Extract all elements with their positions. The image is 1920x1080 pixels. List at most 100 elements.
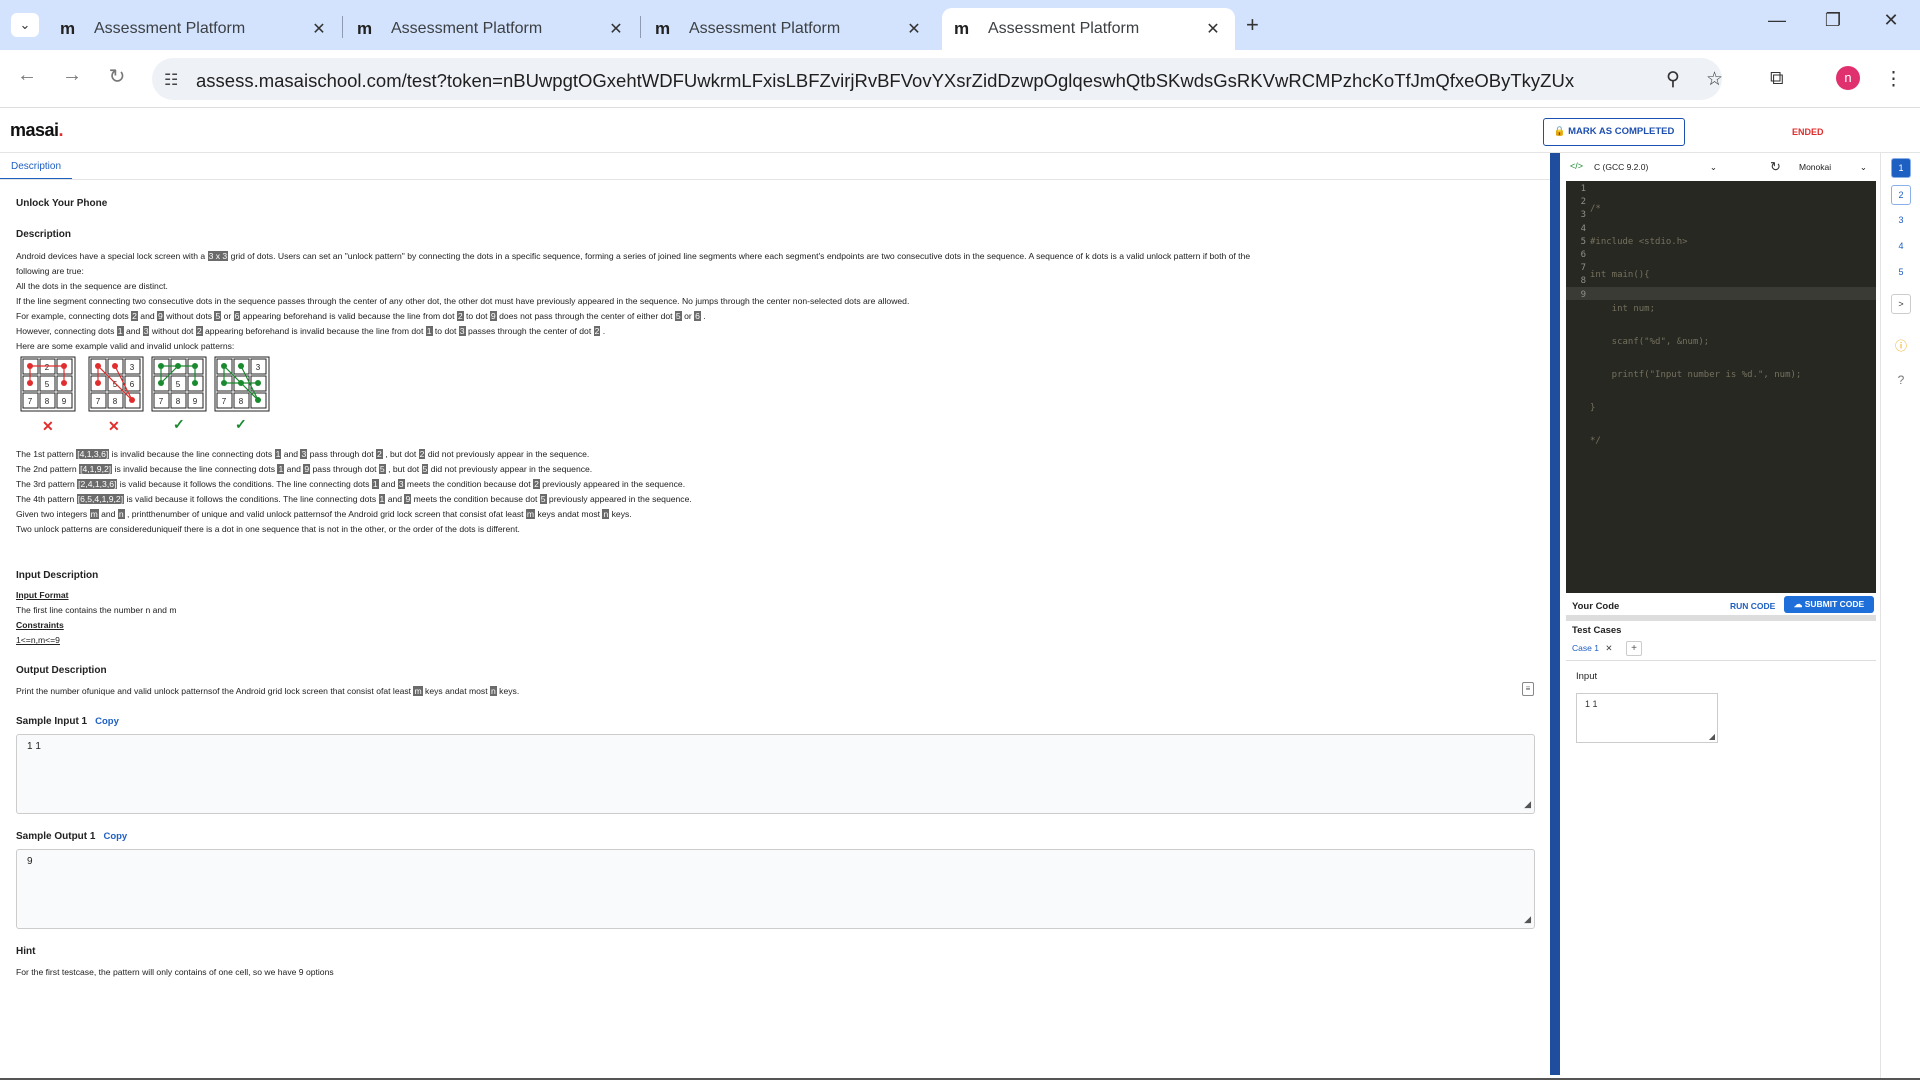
description-line-2: following are true: [16,266,84,276]
chevron-down-icon: ⌄ [1859,162,1867,172]
extensions-puzzle-icon[interactable]: ⧉ [1770,68,1784,90]
browser-menu-kebab-icon[interactable]: ⋮ [1884,68,1903,91]
mark-as-completed-button[interactable]: 🔒 MARK AS COMPLETED [1543,118,1685,146]
pattern-explanation-4: The 4th pattern [6,5,4,1,9,2] is valid b… [16,494,692,504]
description-line-5: For example, connecting dots 2 and 9 wit… [16,311,706,321]
input-format-label: Input Format [16,590,69,600]
zoom-magnifier-icon[interactable]: ⚲ [1666,68,1680,91]
close-window-icon[interactable]: ✕ [1876,10,1906,31]
svg-text:2: 2 [45,363,50,372]
question-2-button[interactable]: 2 [1891,185,1911,205]
run-code-button[interactable]: RUN CODE [1730,601,1775,611]
restore-window-icon[interactable]: ❐ [1818,10,1848,31]
browser-tab-1[interactable]: m Assessment Platform ✕ [48,8,341,50]
site-info-tune-icon[interactable]: ☷ [164,70,178,90]
question-3-button[interactable]: 3 [1891,211,1911,231]
output-text: Print the number ofunique and valid unlo… [16,686,520,696]
scroll-indicator-icon[interactable]: ≡ [1522,682,1534,696]
svg-text:8: 8 [45,397,50,406]
your-code-label: Your Code [1572,601,1620,612]
valid-check-icon: ✓ [235,416,247,432]
close-tab-icon[interactable]: ✕ [309,19,329,39]
bookmark-star-icon[interactable]: ☆ [1706,68,1723,91]
description-line-3: All the dots in the sequence are distinc… [16,281,168,291]
browser-tab-2[interactable]: m Assessment Platform ✕ [345,8,638,50]
question-4-button[interactable]: 4 [1891,237,1911,257]
resize-grip-icon: ◢ [1708,732,1715,741]
description-line-7: Here are some example valid and invalid … [16,341,235,351]
masai-logo: masai. [10,120,64,140]
next-questions-button[interactable]: > [1891,294,1911,314]
svg-text:7: 7 [28,397,33,406]
tab-title: Assessment Platform [988,20,1140,37]
resize-grip-icon[interactable]: ◢ [1524,914,1531,925]
close-tab-icon[interactable]: ✕ [1203,19,1223,39]
output-description-heading: Output Description [16,665,107,676]
panel-splitter[interactable] [1566,615,1876,621]
svg-text:6: 6 [130,380,135,389]
description-line-1: Android devices have a special lock scre… [16,251,1251,261]
favicon-icon: m [60,19,76,38]
sample-input-box[interactable]: 1 1 ◢ [16,734,1535,814]
new-tab-plus-icon[interactable]: + [1246,12,1259,38]
forward-arrow-icon[interactable]: → [57,64,87,87]
svg-text:5: 5 [176,380,181,389]
info-icon[interactable]: ⓘ [1891,337,1911,354]
minimize-icon[interactable]: — [1762,10,1792,31]
tab-description[interactable]: Description [0,153,73,180]
profile-avatar[interactable]: n [1836,66,1860,90]
unique-definition-line: Two unlock patterns are consideredunique… [16,524,520,534]
theme-select[interactable]: Monokai ⌄ [1796,159,1871,177]
description-line-4: If the line segment connecting two conse… [16,296,910,306]
help-icon[interactable]: ? [1891,373,1911,387]
description-heading: Description [16,229,72,240]
svg-text:7: 7 [222,397,227,406]
submit-code-button[interactable]: ☁ SUBMIT CODE [1784,596,1874,613]
add-case-button[interactable]: + [1626,641,1642,656]
constraints-text: 1<=n,m<=9 [16,635,60,645]
tab-search-chevron-icon[interactable]: ⌄ [11,13,39,37]
input-description-heading: Input Description [16,570,99,581]
hint-text: For the first testcase, the pattern will… [16,967,334,977]
svg-text:9: 9 [193,397,198,406]
close-case-icon[interactable]: ✕ [1605,643,1612,653]
code-content[interactable]: /* #include <stdio.h> int main(){ int nu… [1590,183,1801,502]
reload-icon[interactable]: ↻ [102,64,132,89]
constraints-label: Constraints [16,620,64,630]
line-numbers: 123456789 [1580,184,1586,300]
app-header: masai. 🔒 MARK AS COMPLETED ENDED [0,108,1920,153]
browser-tab-4-active[interactable]: m Assessment Platform ✕ [942,8,1235,50]
sample-output-heading: Sample Output 1 Copy [16,831,128,842]
hint-heading: Hint [16,946,36,957]
input-label: Input [1576,671,1598,682]
reset-code-icon[interactable]: ↻ [1770,159,1781,175]
svg-text:8: 8 [113,397,118,406]
copy-sample-input-link[interactable]: Copy [95,716,119,727]
question-1-button[interactable]: 1 [1891,158,1911,178]
copy-sample-output-link[interactable]: Copy [103,831,127,842]
sample-output-box[interactable]: 9 ◢ [16,849,1535,929]
tab-title: Assessment Platform [94,20,246,37]
pattern-explanation-2: The 2nd pattern [4,1,9,2] is invalid bec… [16,464,593,474]
close-tab-icon[interactable]: ✕ [904,19,924,39]
svg-text:9: 9 [62,397,67,406]
url-text[interactable]: assess.masaischool.com/test?token=nBUwpg… [196,70,1574,92]
problem-title: Unlock Your Phone [16,198,108,209]
resize-grip-icon[interactable]: ◢ [1524,799,1531,810]
question-5-button[interactable]: 5 [1891,263,1911,283]
question-navigator-rail: 1 2 3 4 5 > ⓘ ? [1880,153,1920,1080]
close-tab-icon[interactable]: ✕ [606,19,626,39]
tab-case-1[interactable]: Case 1 ✕ [1572,643,1612,654]
code-editor[interactable]: 123456789 /* #include <stdio.h> int main… [1566,181,1876,593]
testcase-input-field[interactable]: 1 1 ◢ [1576,693,1718,743]
back-arrow-icon[interactable]: ← [12,64,42,87]
sample-input-value: 1 1 [27,741,41,752]
language-select[interactable]: C (GCC 9.2.0) ⌄ [1591,159,1721,177]
favicon-icon: m [357,19,373,38]
pattern-image-1: 2 5 7 8 9 [20,356,76,412]
svg-text:8: 8 [239,397,244,406]
sample-output-value: 9 [27,856,33,867]
pane-resize-divider[interactable] [1550,153,1560,1075]
browser-tab-3[interactable]: m Assessment Platform ✕ [643,8,936,50]
svg-text:3: 3 [130,363,135,372]
